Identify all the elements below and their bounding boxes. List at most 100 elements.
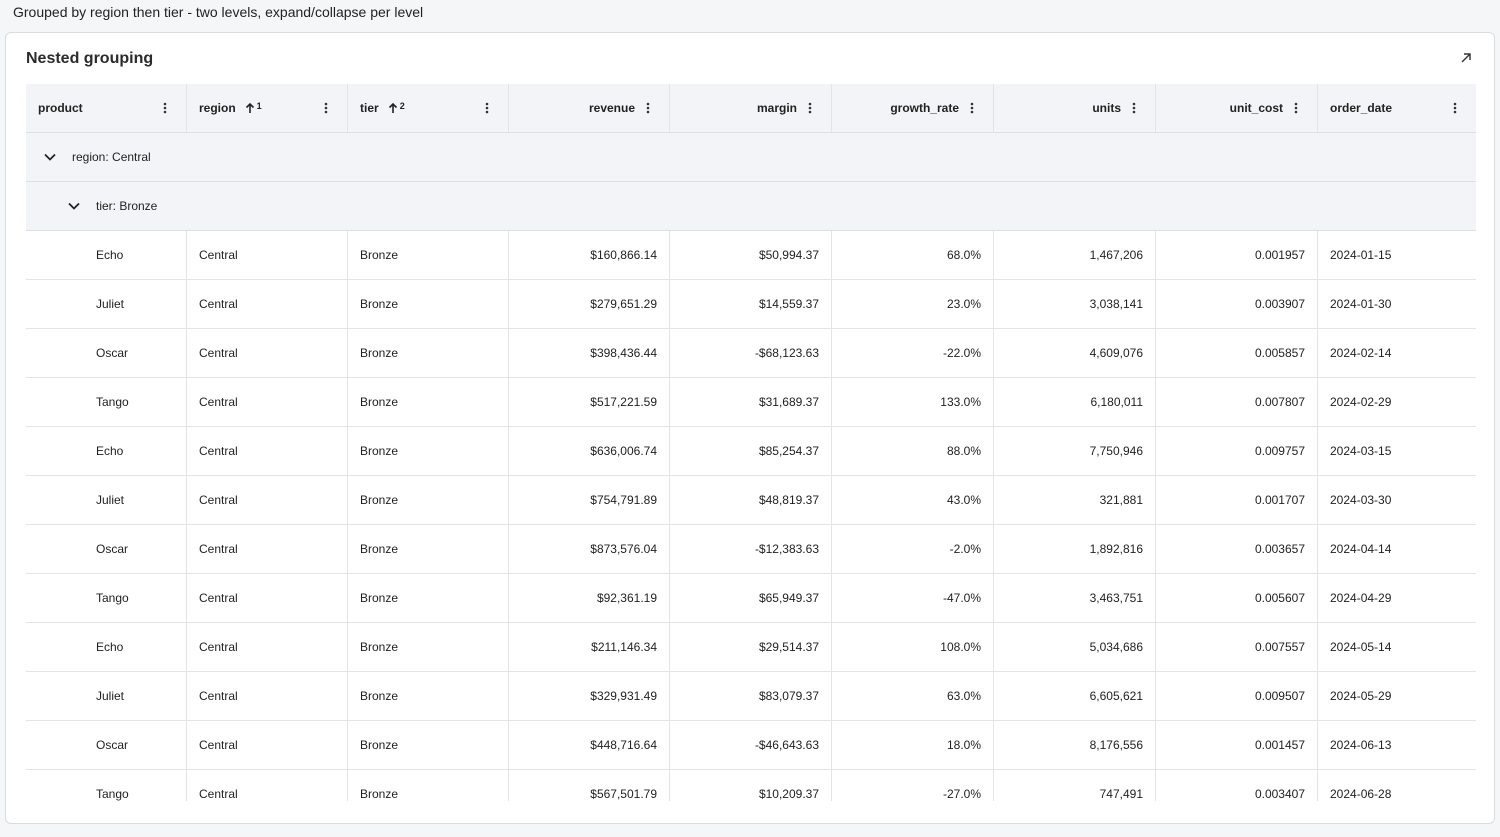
cell-margin: $14,559.37 bbox=[670, 280, 832, 328]
column-header-revenue[interactable]: revenue bbox=[509, 84, 670, 132]
grid-card: Nested grouping product region 1 tier 2 reven… bbox=[5, 32, 1495, 824]
page-caption: Grouped by region then tier - two levels… bbox=[13, 4, 424, 20]
cell-region: Central bbox=[187, 525, 348, 573]
cell-region: Central bbox=[187, 378, 348, 426]
cell-units: 1,892,816 bbox=[994, 525, 1156, 573]
column-header-units[interactable]: units bbox=[994, 84, 1156, 132]
column-menu-icon[interactable] bbox=[966, 101, 978, 115]
cell-product: Echo bbox=[26, 427, 187, 475]
sort-ascending-icon[interactable]: 1 bbox=[244, 102, 262, 114]
sort-order-index: 1 bbox=[256, 101, 262, 111]
table-row[interactable]: Echo Central Bronze $636,006.74 $85,254.37 88… bbox=[26, 427, 1476, 476]
cell-revenue: $448,716.64 bbox=[509, 721, 670, 769]
cell-product: Juliet bbox=[26, 476, 187, 524]
column-menu-icon[interactable] bbox=[642, 101, 654, 115]
group-row-region[interactable]: region: Central bbox=[26, 133, 1476, 182]
cell-region: Central bbox=[187, 672, 348, 720]
cell-tier: Bronze bbox=[348, 280, 509, 328]
cell-margin: $29,514.37 bbox=[670, 623, 832, 671]
cell-units: 4,609,076 bbox=[994, 329, 1156, 377]
cell-units: 321,881 bbox=[994, 476, 1156, 524]
cell-units: 747,491 bbox=[994, 770, 1156, 801]
cell-region: Central bbox=[187, 721, 348, 769]
expand-icon[interactable] bbox=[1458, 50, 1474, 66]
column-header-unit-cost[interactable]: unit_cost bbox=[1156, 84, 1318, 132]
table-row[interactable]: Echo Central Bronze $160,866.14 $50,994.37 68… bbox=[26, 231, 1476, 280]
cell-region: Central bbox=[187, 427, 348, 475]
column-header-title: region 1 bbox=[199, 101, 262, 115]
cell-order-date: 2024-06-28 bbox=[1330, 787, 1392, 801]
cell-region: Central bbox=[187, 329, 348, 377]
table-row[interactable]: Juliet Central Bronze $329,931.49 $83,079.37… bbox=[26, 672, 1476, 721]
cell-margin: $48,819.37 bbox=[670, 476, 832, 524]
table-row[interactable]: Tango Central Bronze $92,361.19 $65,949.37 -4… bbox=[26, 574, 1476, 623]
cell-order-date: 2024-04-14 bbox=[1330, 542, 1392, 556]
column-header-label: order_date bbox=[1330, 101, 1393, 115]
cell-tier: Bronze bbox=[348, 721, 509, 769]
column-header-growth-rate[interactable]: growth_rate bbox=[832, 84, 994, 132]
cell-unit-cost: 0.005857 bbox=[1156, 329, 1318, 377]
cell-growth-rate: -47.0% bbox=[832, 574, 994, 622]
table-row[interactable]: Oscar Central Bronze $398,436.44 -$68,123.63… bbox=[26, 329, 1476, 378]
cell-margin: $83,079.37 bbox=[670, 672, 832, 720]
cell-growth-rate: -27.0% bbox=[832, 770, 994, 801]
group-label-region: region: Central bbox=[72, 150, 151, 164]
group-cell-tier: tier: Bronze bbox=[26, 182, 1476, 230]
header-row: product region 1 tier 2 revenue margin growth_r… bbox=[26, 84, 1476, 133]
column-header-order-date[interactable]: order_date bbox=[1318, 84, 1476, 132]
column-menu-icon[interactable] bbox=[320, 101, 332, 115]
cell-order-date: 2024-05-14 bbox=[1330, 640, 1392, 654]
table-row[interactable]: Oscar Central Bronze $448,716.64 -$46,643.63… bbox=[26, 721, 1476, 770]
table-row[interactable]: Tango Central Bronze $517,221.59 $31,689.37 1… bbox=[26, 378, 1476, 427]
cell-product: Juliet bbox=[26, 280, 187, 328]
column-menu-icon[interactable] bbox=[804, 101, 816, 115]
column-menu-icon[interactable] bbox=[1128, 101, 1140, 115]
column-header-region[interactable]: region 1 bbox=[187, 84, 348, 132]
column-menu-icon[interactable] bbox=[1290, 101, 1302, 115]
table-row[interactable]: Echo Central Bronze $211,146.34 $29,514.37 10… bbox=[26, 623, 1476, 672]
cell-order-date: 2024-01-30 bbox=[1330, 297, 1392, 311]
cell-tier: Bronze bbox=[348, 231, 509, 279]
cell-product: Tango bbox=[26, 770, 187, 801]
column-header-title: tier 2 bbox=[360, 101, 405, 115]
column-header-label: unit_cost bbox=[1229, 101, 1283, 115]
cell-order-date: 2024-05-29 bbox=[1330, 689, 1392, 703]
cell-product: Oscar bbox=[26, 721, 187, 769]
cell-margin: $10,209.37 bbox=[670, 770, 832, 801]
table-row[interactable]: Oscar Central Bronze $873,576.04 -$12,383.63… bbox=[26, 525, 1476, 574]
column-header-label: growth_rate bbox=[890, 101, 959, 115]
column-header-margin[interactable]: margin bbox=[670, 84, 832, 132]
column-menu-icon[interactable] bbox=[481, 101, 493, 115]
chevron-down-icon[interactable] bbox=[43, 150, 57, 164]
cell-unit-cost: 0.001457 bbox=[1156, 721, 1318, 769]
cell-margin: -$68,123.63 bbox=[670, 329, 832, 377]
column-header-tier[interactable]: tier 2 bbox=[348, 84, 509, 132]
cell-margin: $50,994.37 bbox=[670, 231, 832, 279]
cell-unit-cost: 0.001707 bbox=[1156, 476, 1318, 524]
column-menu-icon[interactable] bbox=[159, 101, 171, 115]
cell-order-date: 2024-02-29 bbox=[1330, 395, 1392, 409]
cell-units: 3,038,141 bbox=[994, 280, 1156, 328]
group-label-tier: tier: Bronze bbox=[96, 199, 158, 213]
cell-product: Echo bbox=[26, 231, 187, 279]
cell-unit-cost: 0.001957 bbox=[1156, 231, 1318, 279]
column-header-label: margin bbox=[756, 101, 797, 115]
table-row[interactable]: Tango Central Bronze $567,501.79 $10,209.37-… bbox=[26, 770, 1476, 801]
cell-growth-rate: 88.0% bbox=[832, 427, 994, 475]
column-menu-icon[interactable] bbox=[1449, 101, 1461, 115]
cell-tier: Bronze bbox=[348, 476, 509, 524]
cell-growth-rate: 23.0% bbox=[832, 280, 994, 328]
cell-revenue: $873,576.04 bbox=[509, 525, 670, 573]
cell-order-date: 2024-03-30 bbox=[1330, 493, 1392, 507]
cell-units: 5,034,686 bbox=[994, 623, 1156, 671]
cell-growth-rate: 18.0% bbox=[832, 721, 994, 769]
cell-tier: Bronze bbox=[348, 770, 509, 801]
table-row[interactable]: Juliet Central Bronze $279,651.29 $14,559.37… bbox=[26, 280, 1476, 329]
cell-product: Oscar bbox=[26, 525, 187, 573]
chevron-down-icon[interactable] bbox=[67, 199, 81, 213]
sort-ascending-icon[interactable]: 2 bbox=[387, 102, 405, 114]
group-row-tier[interactable]: tier: Bronze bbox=[26, 182, 1476, 231]
column-header-label: product bbox=[38, 101, 83, 115]
column-header-product[interactable]: product bbox=[26, 84, 187, 132]
table-row[interactable]: Juliet Central Bronze $754,791.89 $48,819.37… bbox=[26, 476, 1476, 525]
